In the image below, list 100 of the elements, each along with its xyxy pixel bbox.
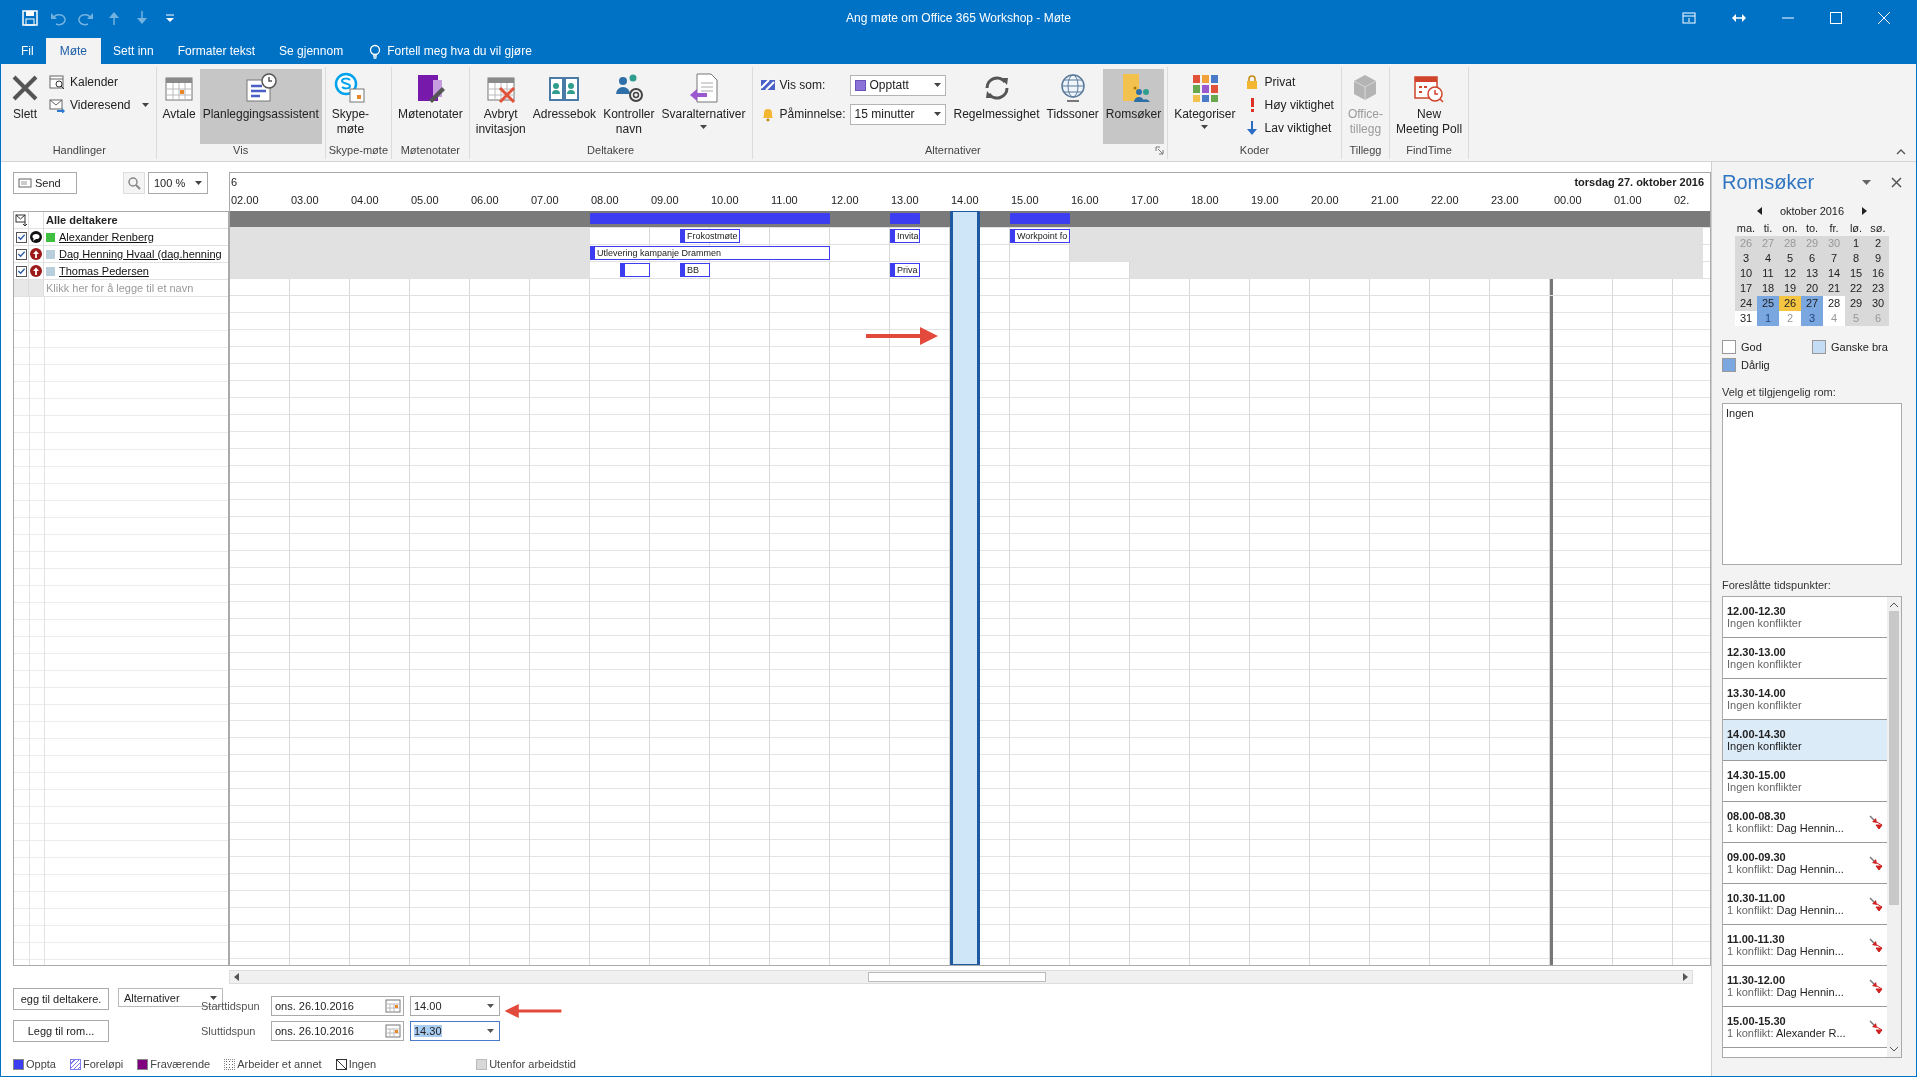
collapse-caret-icon[interactable] bbox=[1896, 148, 1906, 156]
zoom-dropdown[interactable]: 100 % bbox=[148, 172, 208, 194]
ribbon-button[interactable]: Videresend bbox=[45, 94, 153, 116]
attendee-name[interactable]: Thomas Pedersen bbox=[59, 265, 149, 277]
ribbon-button[interactable]: Tidssoner bbox=[1043, 69, 1102, 144]
scroll-thumb[interactable] bbox=[1889, 611, 1899, 905]
calendar-day[interactable]: 20 bbox=[1801, 281, 1823, 296]
weekday-label: lø. bbox=[1848, 221, 1864, 236]
ribbon-button[interactable]: Kontroller navn bbox=[600, 69, 658, 144]
checkbox[interactable] bbox=[15, 231, 27, 243]
tell-me-search[interactable]: Fortell meg hva du vil gjøre bbox=[363, 38, 538, 64]
add-attendees-button[interactable]: egg til deltakere. bbox=[13, 988, 109, 1010]
calendar-day[interactable]: 31 bbox=[1735, 311, 1757, 326]
calendar-day[interactable]: 1 bbox=[1757, 311, 1779, 326]
calendar-day[interactable]: 2 bbox=[1867, 236, 1889, 251]
calendar-day[interactable]: 19 bbox=[1779, 281, 1801, 296]
time-dropdown[interactable]: 14.30 bbox=[410, 1021, 500, 1041]
calendar-icon[interactable] bbox=[385, 998, 401, 1014]
time-dropdown[interactable]: 14.00 bbox=[410, 996, 500, 1016]
calendar-day[interactable]: 26 bbox=[1779, 296, 1801, 311]
calendar-day[interactable]: 18 bbox=[1757, 281, 1779, 296]
envelope-arrow-icon[interactable] bbox=[14, 213, 28, 227]
ribbon-button[interactable]: Avtale bbox=[159, 69, 199, 144]
calendar-day[interactable]: 8 bbox=[1845, 251, 1867, 266]
dropdown-field[interactable]: Opptatt bbox=[849, 74, 946, 96]
ribbon-button[interactable]: Møtenotater bbox=[395, 69, 466, 144]
calendar-day[interactable]: 27 bbox=[1801, 296, 1823, 311]
calendar-day[interactable]: 14 bbox=[1823, 266, 1845, 281]
ribbon-button[interactable]: Høy viktighet bbox=[1239, 94, 1338, 116]
calendar-day[interactable]: 24 bbox=[1735, 296, 1757, 311]
calendar-day[interactable]: 17 bbox=[1735, 281, 1757, 296]
horizontal-scrollbar[interactable] bbox=[229, 970, 1693, 984]
ribbon-tab[interactable]: Se gjennom bbox=[267, 38, 356, 64]
attendee-name[interactable]: Dag Henning Hvaal (dag.henning bbox=[59, 248, 222, 260]
ribbon-button[interactable]: Kategoriser bbox=[1171, 69, 1239, 144]
calendar-day[interactable]: 7 bbox=[1823, 251, 1845, 266]
calendar-day[interactable]: 6 bbox=[1801, 251, 1823, 266]
ribbon-button[interactable]: Planleggingsassistent bbox=[199, 69, 322, 144]
ribbon-display-icon[interactable] bbox=[1682, 11, 1696, 25]
left-arrow-icon[interactable] bbox=[233, 972, 240, 982]
room-item[interactable]: Ingen bbox=[1726, 407, 1898, 419]
calendar-day[interactable]: 25 bbox=[1757, 296, 1779, 311]
dropdown-field[interactable]: 15 minutter bbox=[849, 103, 946, 125]
resize-arrows-icon[interactable] bbox=[1732, 12, 1746, 24]
calendar-day[interactable]: 4 bbox=[1757, 251, 1779, 266]
ribbon-tab[interactable]: Formater tekst bbox=[165, 38, 268, 64]
legend-label: Oppta bbox=[26, 1058, 56, 1070]
checkbox[interactable] bbox=[15, 248, 27, 260]
vertical-scrollbar[interactable] bbox=[1887, 597, 1901, 1057]
ribbon-button[interactable]: Adressebok bbox=[529, 69, 600, 144]
label-text: Påminnelse: bbox=[779, 107, 846, 121]
ribbon-button[interactable]: Romsøker bbox=[1102, 69, 1165, 144]
scroll-thumb[interactable] bbox=[868, 972, 1046, 982]
ribbon-button[interactable]: New Meeting Poll bbox=[1393, 69, 1466, 144]
calendar-day[interactable]: 22 bbox=[1845, 281, 1867, 296]
right-arrow-icon[interactable] bbox=[1682, 972, 1689, 982]
calendar-day[interactable]: 12 bbox=[1779, 266, 1801, 281]
suggestion-item[interactable]: 14.00-14.30 Ingen konflikter bbox=[1723, 720, 1887, 761]
ribbon-button[interactable]: Kalender bbox=[45, 71, 153, 93]
ribbon-tab[interactable]: Fil bbox=[9, 38, 46, 64]
next-month-icon[interactable] bbox=[1862, 207, 1868, 215]
caret-icon[interactable] bbox=[1862, 179, 1871, 185]
calendar-day[interactable]: 21 bbox=[1823, 281, 1845, 296]
name-input-field[interactable]: Klikk her for å legge til et navn bbox=[46, 282, 228, 294]
calendar-day[interactable]: 3 bbox=[1801, 311, 1823, 326]
ribbon-tab[interactable]: Sett inn bbox=[101, 38, 166, 64]
calendar-day[interactable]: 29 bbox=[1845, 296, 1867, 311]
calendar-day[interactable]: 28 bbox=[1823, 296, 1845, 311]
save-icon[interactable] bbox=[22, 10, 38, 26]
ribbon-button[interactable]: Privat bbox=[1239, 71, 1338, 93]
ribbon-button[interactable]: Lav viktighet bbox=[1239, 117, 1338, 139]
calendar-day[interactable]: 3 bbox=[1735, 251, 1757, 266]
close-icon[interactable] bbox=[1891, 176, 1902, 188]
ribbon-button[interactable]: Slett bbox=[6, 69, 44, 144]
ribbon-tab[interactable]: Møte bbox=[45, 38, 101, 64]
calendar-day[interactable]: 23 bbox=[1867, 281, 1889, 296]
dialog-launcher-icon[interactable] bbox=[1155, 146, 1165, 155]
calendar-day[interactable]: 16 bbox=[1867, 266, 1889, 281]
calendar-day[interactable]: 1 bbox=[1845, 236, 1867, 251]
checkbox[interactable] bbox=[15, 265, 27, 277]
calendar-day[interactable]: 15 bbox=[1845, 266, 1867, 281]
send-button[interactable]: Send bbox=[13, 172, 77, 194]
add-room-button[interactable]: Legg til rom... bbox=[13, 1020, 109, 1042]
calendar-day[interactable]: 11 bbox=[1757, 266, 1779, 281]
ribbon-button[interactable]: Regelmessighet bbox=[950, 69, 1043, 144]
calendar-day[interactable]: 30 bbox=[1867, 296, 1889, 311]
calendar-icon[interactable] bbox=[385, 1023, 401, 1039]
date-field[interactable]: ons. 26.10.2016 bbox=[271, 996, 404, 1016]
ribbon-button[interactable]: Avbryt invitasjon bbox=[472, 69, 529, 144]
date-field[interactable]: ons. 26.10.2016 bbox=[271, 1021, 404, 1041]
maximize-icon[interactable] bbox=[1830, 12, 1842, 24]
calendar-day[interactable]: 5 bbox=[1779, 251, 1801, 266]
calendar-day[interactable]: 9 bbox=[1867, 251, 1889, 266]
calendar-day[interactable]: 10 bbox=[1735, 266, 1757, 281]
previous-month-icon[interactable] bbox=[1756, 207, 1762, 215]
ribbon-button[interactable]: Svaralternativer bbox=[658, 69, 749, 144]
ribbon-button[interactable]: Skype- møte bbox=[328, 69, 373, 144]
attendee-name[interactable]: Alexander Renberg bbox=[59, 231, 154, 243]
zoom-button[interactable] bbox=[123, 172, 145, 194]
calendar-day[interactable]: 13 bbox=[1801, 266, 1823, 281]
